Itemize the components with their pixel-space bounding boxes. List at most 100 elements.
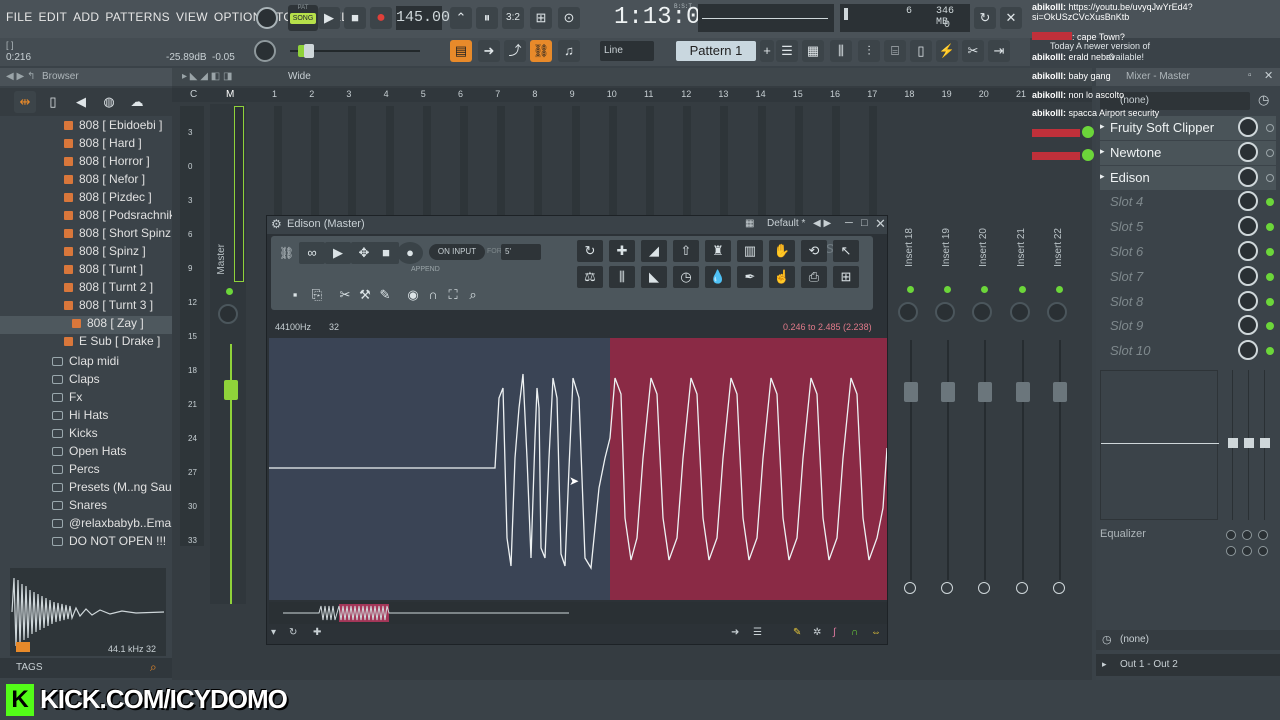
minimize-icon[interactable]: ─ [845,217,853,229]
down-arrow-icon[interactable]: ▾ [271,627,276,638]
insert-strip[interactable]: Insert 18 [894,104,928,624]
for-value[interactable]: 5' [501,244,541,260]
link-icon[interactable]: ⛓ [530,40,552,62]
grid-icon[interactable]: ▦ [745,218,754,229]
edison-preset[interactable]: Default * [767,218,805,229]
pencil-icon[interactable]: ✎ [375,284,395,306]
search-icon[interactable]: ⌕ [150,660,157,675]
ramp-icon[interactable]: ◢ [641,240,667,262]
scale-icon[interactable]: ⚖ [577,266,603,288]
close-icon[interactable]: ✕ [875,216,886,232]
tempo-display[interactable]: 145.000 [396,6,459,30]
eq-knob-4[interactable] [1226,546,1236,556]
loop-icon[interactable]: ∞ [299,242,325,264]
tools-icon[interactable]: ✂ [962,40,984,62]
insert-pan-knob[interactable] [1046,302,1067,322]
insert-clock-icon[interactable] [978,582,991,594]
insert-led[interactable] [944,286,952,293]
wrench-icon[interactable]: ⚒ [355,284,375,306]
wait-icon[interactable]: ⏸ [476,7,498,29]
gear-icon[interactable]: ⚙ [271,217,282,231]
cloud-icon[interactable]: ☁ [126,91,148,113]
browser-item[interactable]: E Sub [ Drake ] [0,334,172,352]
slot-enable-led[interactable] [1266,248,1274,256]
slot-enable-led[interactable] [1266,223,1274,232]
output-selector[interactable]: ▸ Out 1 - Out 2 [1096,654,1280,676]
snap-selector[interactable]: Line [600,41,654,61]
fx-icon[interactable]: ✲ [813,627,821,638]
browser-item[interactable]: Clap midi [0,354,172,372]
browser-item[interactable]: @relaxbabyb..Email list [0,516,172,534]
insert-fader[interactable] [904,382,918,402]
browser-item[interactable]: DO NOT OPEN !!! [0,534,172,552]
fx-slot[interactable]: Slot 6 [1100,240,1276,264]
fx-slot[interactable]: Slot 9 [1100,314,1276,338]
browser-item[interactable]: 808 [ Pizdec ] [0,190,172,208]
loop-arrows-icon[interactable]: ⟲ [801,240,827,262]
append-label[interactable]: APPEND [411,266,440,273]
slot-mix-knob[interactable] [1238,191,1258,212]
master-fader[interactable] [224,380,238,400]
browser-item[interactable]: 808 [ Podsrachnik ] [0,208,172,226]
slot-mix-knob[interactable] [1238,340,1258,361]
all-files-icon[interactable]: ⇹ [14,91,36,113]
eq-knob-2[interactable] [1242,530,1252,540]
slot-enable-led[interactable] [1266,272,1274,281]
mixer-window-icon[interactable]: ⫼ [830,40,852,62]
eq-knob-3[interactable] [1258,530,1268,540]
insert-pan-knob[interactable] [972,302,993,322]
browser-item[interactable]: 808 [ Nefor ] [0,172,172,190]
eq-knob-1[interactable] [1226,530,1236,540]
browser-item[interactable]: Hi Hats [0,408,172,426]
insert-fader[interactable] [1052,382,1067,402]
countdown-icon[interactable]: 3:2 [502,7,524,29]
save-icon[interactable]: ▪ [285,284,305,306]
slot-enable-led[interactable] [1266,297,1274,306]
run-icon[interactable]: ⇧ [673,240,699,262]
preview-play-icon[interactable] [16,642,30,652]
pitch-slider-thumb[interactable] [304,44,314,58]
insert-clock-icon[interactable] [1052,582,1065,594]
browser-item[interactable]: 808 [ Turnt 3 ] [0,298,172,316]
browser-item[interactable]: 808 [ Zay ] [0,316,172,334]
menu-edit[interactable]: EDIT [39,10,68,24]
browser-item[interactable]: Fx [0,390,172,408]
fx-slot[interactable]: Slot 5 [1100,215,1276,239]
columns-icon[interactable]: ⫼ [609,266,635,288]
stop-button[interactable]: ■ [344,7,366,29]
time-icon[interactable]: ◷ [673,266,699,288]
piano-roll-icon[interactable]: ▤ [450,40,472,62]
slot-mix-knob[interactable] [1238,216,1258,237]
curve-icon[interactable]: ∫ [833,627,836,638]
slot-mix-knob[interactable] [1238,166,1258,187]
cursor-icon[interactable]: ↖ [833,240,859,262]
eye-icon[interactable]: ◉ [403,284,423,306]
eq-slider-mid[interactable] [1244,438,1254,448]
eq-graph[interactable] [1100,370,1219,520]
export-icon[interactable]: ⇥ [988,40,1010,62]
brush-icon[interactable]: ✎ [793,627,801,638]
master-led[interactable] [226,288,233,295]
menu-patterns[interactable]: PATTERNS [105,10,170,24]
magnet-icon[interactable]: ∩ [423,284,443,306]
output-none-row[interactable]: ◷ (none) [1096,630,1280,650]
browser-item[interactable]: Snares [0,498,172,516]
browser-item[interactable]: 808 [ Ebidoebi ] [0,118,172,136]
browser-item[interactable]: 808 [ Turnt 2 ] [0,280,172,298]
edison-play-button[interactable]: ▶ [325,242,351,264]
slot-mix-knob[interactable] [1238,241,1258,261]
preset-arrows-icon[interactable]: ◀ ▶ [813,218,831,229]
insert-strip[interactable]: Insert 20 [968,104,1002,624]
menu-file[interactable]: FILE [6,10,33,24]
reverse-icon[interactable]: ↻ [289,627,297,638]
insert-fader[interactable] [978,382,993,402]
browser-item[interactable]: 808 [ Horror ] [0,154,172,172]
insert-clock-icon[interactable] [1015,582,1028,594]
play-button[interactable]: ▶ [318,7,340,29]
edison-stop-button[interactable]: ■ [373,242,399,264]
insert-fader[interactable] [1015,382,1030,402]
insert-led[interactable] [907,286,914,293]
rocket-icon[interactable]: ♜ [705,240,731,262]
fade-icon[interactable]: ◣ [641,266,667,288]
fit-icon[interactable]: ⛶ [443,284,463,306]
